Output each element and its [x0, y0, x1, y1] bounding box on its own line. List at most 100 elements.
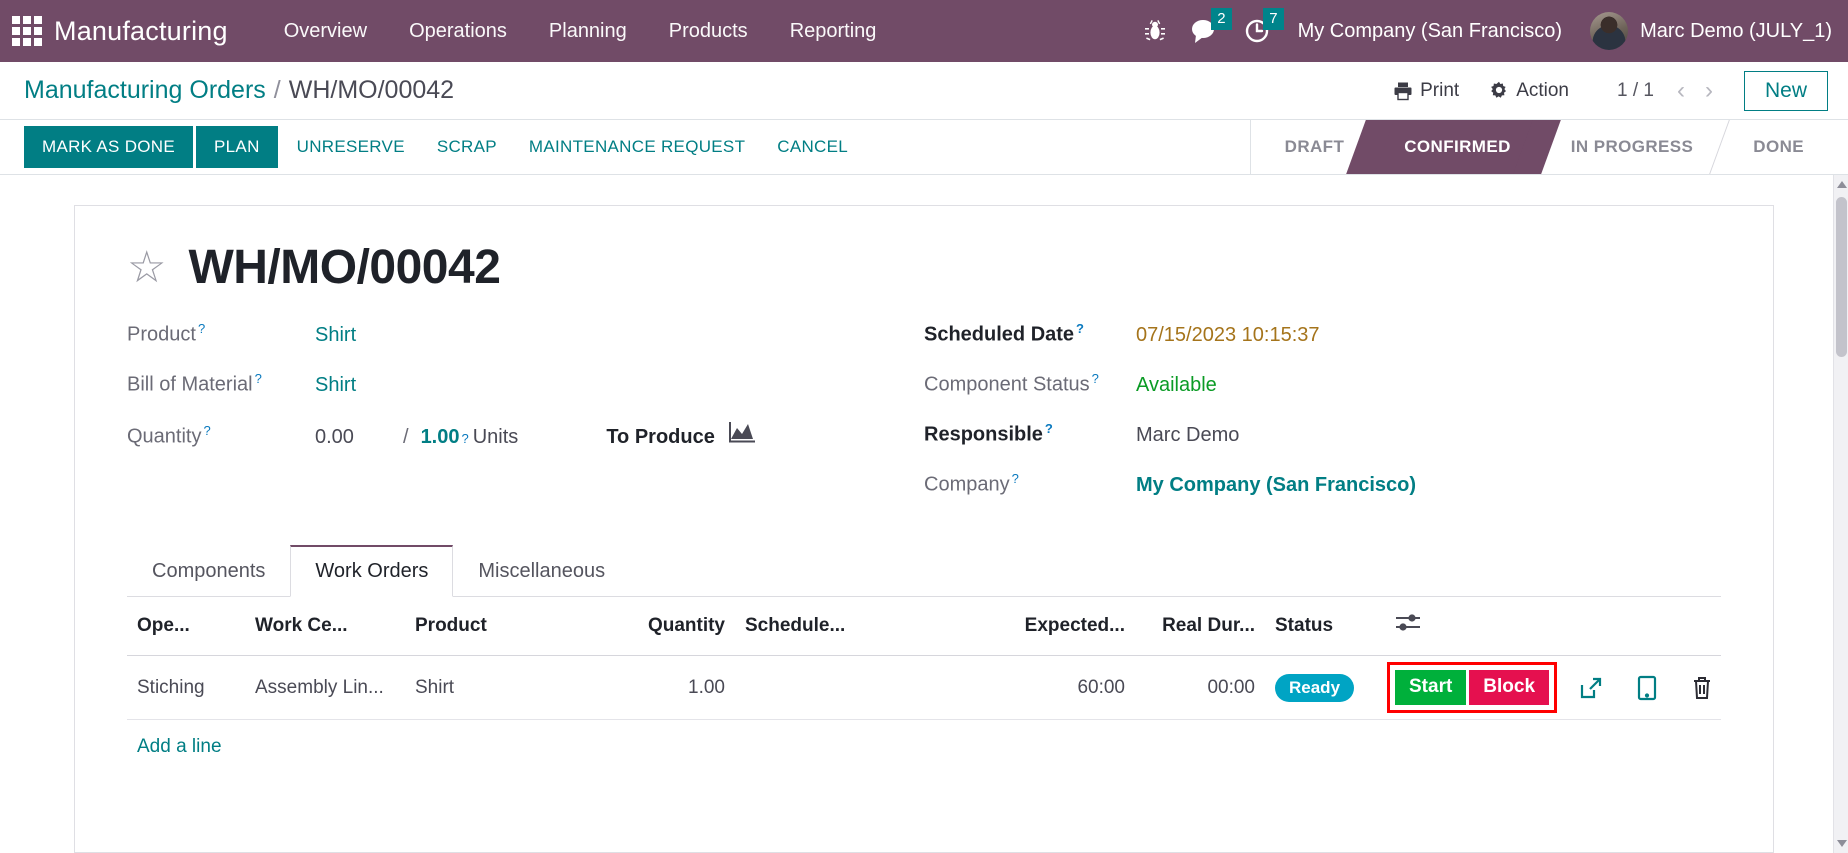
- quantity-done-input[interactable]: 0.00: [315, 426, 403, 449]
- scroll-down-arrow-icon[interactable]: [1837, 840, 1847, 847]
- cell-work-center[interactable]: Assembly Lin...: [245, 655, 405, 720]
- tablet-icon[interactable]: [1637, 675, 1657, 701]
- mark-as-done-button[interactable]: MARK AS DONE: [24, 126, 194, 168]
- tooltip-icon[interactable]: ?: [1076, 321, 1084, 336]
- nav-item-reporting[interactable]: Reporting: [776, 12, 891, 51]
- tooltip-icon[interactable]: ?: [462, 431, 469, 446]
- plan-button[interactable]: PLAN: [196, 126, 278, 168]
- new-button[interactable]: New: [1743, 70, 1828, 111]
- form-column-left: Product? Shirt Bill of Material? Shirt Q…: [127, 321, 924, 521]
- company-value[interactable]: My Company (San Francisco): [1136, 474, 1416, 497]
- column-settings-icon[interactable]: [1385, 597, 1721, 656]
- form-sheet-container: ☆ WH/MO/00042 Product? Shirt Bill of Mat…: [0, 175, 1848, 853]
- company-switcher[interactable]: My Company (San Francisco): [1284, 20, 1577, 43]
- stage-draft-label: DRAFT: [1284, 137, 1345, 156]
- cell-operation[interactable]: Stiching: [127, 655, 245, 720]
- stage-in-progress-label: IN PROGRESS: [1570, 137, 1694, 156]
- messages-button[interactable]: 2: [1178, 8, 1232, 51]
- tooltip-icon[interactable]: ?: [1092, 371, 1099, 386]
- tooltip-icon[interactable]: ?: [198, 321, 205, 336]
- chevron-right-icon[interactable]: ›: [1696, 77, 1722, 105]
- bom-label: Bill of Material?: [127, 371, 315, 397]
- apps-grid-icon[interactable]: [10, 14, 44, 48]
- col-operation[interactable]: Ope...: [127, 597, 245, 656]
- activities-button[interactable]: 7: [1232, 8, 1284, 51]
- bug-icon[interactable]: [1132, 11, 1178, 51]
- scheduled-date-value[interactable]: 07/15/2023 10:15:37: [1136, 324, 1320, 347]
- tab-components[interactable]: Components: [127, 545, 290, 597]
- component-status-label-text: Component Status: [924, 373, 1090, 396]
- notebook: Components Work Orders Miscellaneous Ope…: [127, 545, 1721, 774]
- bom-value[interactable]: Shirt: [315, 374, 356, 397]
- table-row[interactable]: Stiching Assembly Lin... Shirt 1.00 60:0…: [127, 655, 1721, 720]
- quantity-target-value[interactable]: 1.00: [421, 426, 460, 449]
- user-menu[interactable]: Marc Demo (JULY_1): [1576, 12, 1832, 50]
- nav-item-products[interactable]: Products: [655, 12, 762, 51]
- star-outline-icon[interactable]: ☆: [127, 245, 166, 290]
- quantity-label-text: Quantity: [127, 426, 202, 448]
- cell-status: Ready: [1265, 655, 1385, 720]
- col-status[interactable]: Status: [1265, 597, 1385, 656]
- cell-expected-duration[interactable]: 60:00: [965, 655, 1135, 720]
- scrollbar-thumb[interactable]: [1836, 197, 1847, 357]
- tab-miscellaneous[interactable]: Miscellaneous: [453, 545, 630, 597]
- field-company: Company? My Company (San Francisco): [924, 471, 1721, 499]
- vertical-scrollbar[interactable]: [1833, 175, 1848, 853]
- pager-count: 1 / 1: [1617, 79, 1654, 101]
- cell-real-duration[interactable]: 00:00: [1135, 655, 1265, 720]
- col-quantity[interactable]: Quantity: [595, 597, 735, 656]
- app-brand-manufacturing[interactable]: Manufacturing: [54, 16, 228, 47]
- row-action-buttons: Start Block: [1386, 662, 1558, 713]
- col-product[interactable]: Product: [405, 597, 595, 656]
- block-button[interactable]: Block: [1469, 670, 1550, 705]
- scroll-up-arrow-icon[interactable]: [1837, 181, 1847, 188]
- col-scheduled[interactable]: Schedule...: [735, 597, 965, 656]
- breadcrumb-root-link[interactable]: Manufacturing Orders: [24, 76, 266, 105]
- action-bar: MARK AS DONE PLAN UNRESERVE SCRAP MAINTE…: [0, 120, 1848, 175]
- col-work-center[interactable]: Work Ce...: [245, 597, 405, 656]
- stage-confirmed-label: CONFIRMED: [1404, 137, 1511, 156]
- tooltip-icon[interactable]: ?: [1045, 421, 1053, 436]
- action-button[interactable]: Action: [1477, 74, 1581, 108]
- cell-quantity[interactable]: 1.00: [595, 655, 735, 720]
- field-scheduled-date: Scheduled Date? 07/15/2023 10:15:37: [924, 321, 1721, 349]
- product-value[interactable]: Shirt: [315, 324, 356, 347]
- area-chart-icon[interactable]: [728, 421, 755, 448]
- tooltip-icon[interactable]: ?: [255, 371, 262, 386]
- col-expected-duration[interactable]: Expected...: [965, 597, 1135, 656]
- start-button[interactable]: Start: [1395, 670, 1467, 705]
- printer-icon: [1394, 82, 1412, 100]
- product-label: Product?: [127, 321, 315, 347]
- col-real-duration[interactable]: Real Dur...: [1135, 597, 1265, 656]
- add-a-line-button[interactable]: Add a line: [127, 720, 232, 774]
- breadcrumb-separator: /: [273, 76, 281, 104]
- nav-item-planning[interactable]: Planning: [535, 12, 641, 51]
- external-link-icon[interactable]: [1579, 676, 1603, 700]
- bom-label-text: Bill of Material: [127, 373, 253, 396]
- tab-work-orders[interactable]: Work Orders: [290, 545, 454, 597]
- maintenance-request-button[interactable]: MAINTENANCE REQUEST: [513, 126, 761, 168]
- stage-done-label: DONE: [1753, 137, 1804, 156]
- cell-scheduled[interactable]: [735, 655, 965, 720]
- field-responsible: Responsible? Marc Demo: [924, 421, 1721, 449]
- stage-confirmed[interactable]: CONFIRMED: [1370, 120, 1537, 174]
- nav-item-overview[interactable]: Overview: [270, 12, 381, 51]
- scrap-button[interactable]: SCRAP: [421, 126, 513, 168]
- stage-done[interactable]: DONE: [1719, 120, 1830, 174]
- field-product: Product? Shirt: [127, 321, 924, 349]
- tooltip-icon[interactable]: ?: [1012, 471, 1019, 486]
- breadcrumb: Manufacturing Orders / WH/MO/00042: [24, 76, 454, 105]
- form-columns: Product? Shirt Bill of Material? Shirt Q…: [127, 321, 1721, 521]
- responsible-value[interactable]: Marc Demo: [1136, 424, 1239, 447]
- statusbar-buttons: MARK AS DONE PLAN UNRESERVE SCRAP MAINTE…: [0, 120, 864, 174]
- unreserve-button[interactable]: UNRESERVE: [281, 126, 421, 168]
- chevron-left-icon[interactable]: ‹: [1668, 77, 1694, 105]
- stage-in-progress[interactable]: IN PROGRESS: [1537, 120, 1719, 174]
- cancel-button[interactable]: CANCEL: [761, 126, 864, 168]
- print-button[interactable]: Print: [1381, 74, 1471, 108]
- trash-icon[interactable]: [1691, 675, 1713, 700]
- cell-product[interactable]: Shirt: [405, 655, 595, 720]
- tooltip-icon[interactable]: ?: [203, 423, 210, 438]
- nav-item-operations[interactable]: Operations: [395, 12, 521, 51]
- to-produce-label: To Produce: [606, 426, 715, 448]
